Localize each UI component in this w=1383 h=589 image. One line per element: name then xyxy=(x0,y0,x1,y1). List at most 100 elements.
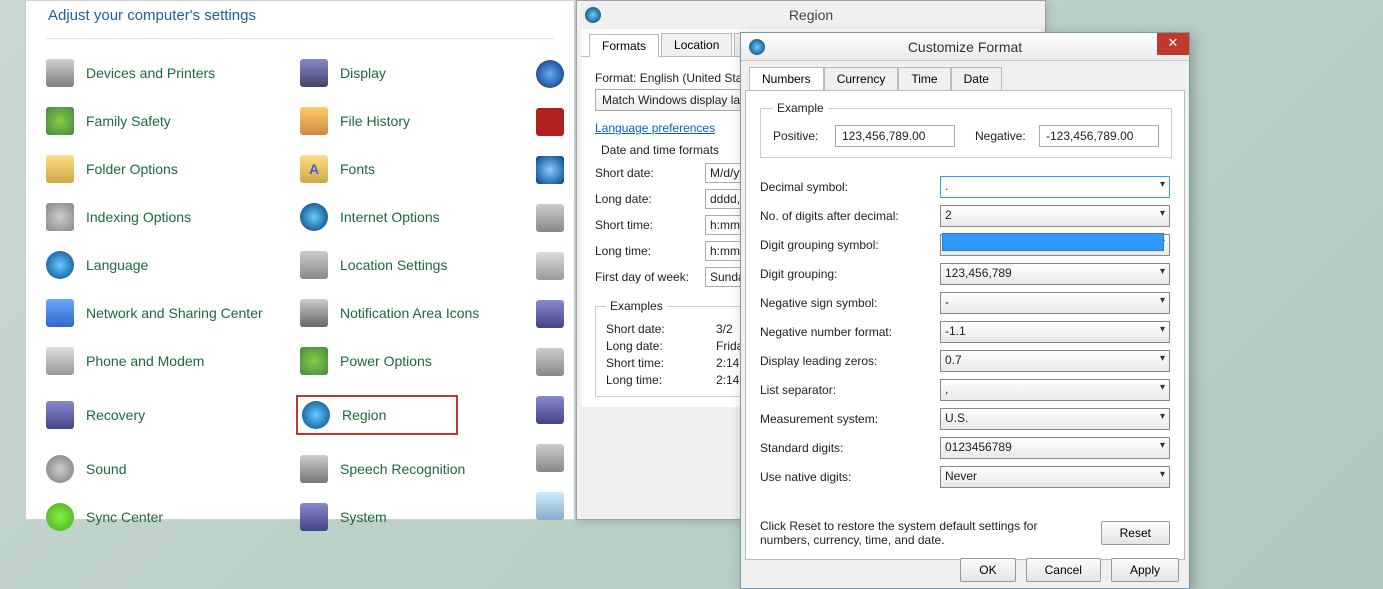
control-panel-col3-icons xyxy=(536,40,576,540)
tab-formats[interactable]: Formats xyxy=(589,34,659,57)
ex-long-time-val: 2:14 xyxy=(716,373,739,387)
fonts-icon: A xyxy=(300,155,328,183)
region-titlebar[interactable]: Region xyxy=(577,1,1045,29)
cp-item-sync[interactable]: Sync Center xyxy=(86,509,163,525)
cp-item-language[interactable]: Language xyxy=(86,257,148,273)
ex-long-date-lbl: Long date: xyxy=(606,339,716,353)
performance-icon xyxy=(536,300,564,328)
tab-location[interactable]: Location xyxy=(661,33,732,56)
cp-item-power[interactable]: Power Options xyxy=(340,353,432,369)
cp-item-folder[interactable]: Folder Options xyxy=(86,161,178,177)
neg-format-combo[interactable]: -1.1 xyxy=(940,321,1170,343)
ex-short-date-val: 3/2 xyxy=(716,322,733,336)
ease-icon xyxy=(536,60,564,88)
customize-titlebar[interactable]: Customize Format ✕ xyxy=(741,33,1189,61)
positive-label: Positive: xyxy=(773,129,827,143)
reset-button[interactable]: Reset xyxy=(1101,521,1170,545)
cp-item-region[interactable]: Region xyxy=(342,407,386,423)
apply-button[interactable]: Apply xyxy=(1111,558,1179,582)
tab-numbers[interactable]: Numbers xyxy=(749,67,824,90)
cp-item-network[interactable]: Network and Sharing Center xyxy=(86,305,263,321)
leading-zeros-label: Display leading zeros: xyxy=(760,354,940,368)
ex-short-date-lbl: Short date: xyxy=(606,322,716,336)
language-icon xyxy=(46,251,74,279)
display-icon xyxy=(300,59,328,87)
region-title: Region xyxy=(789,7,833,23)
cp-item-display[interactable]: Display xyxy=(340,65,386,81)
location-icon xyxy=(300,251,328,279)
examples-legend: Examples xyxy=(606,299,667,313)
system-icon xyxy=(300,503,328,531)
sound-icon xyxy=(46,455,74,483)
cp-item-filehistory[interactable]: File History xyxy=(340,113,410,129)
decimal-symbol-combo[interactable]: . xyxy=(940,176,1170,198)
cp-item-phone[interactable]: Phone and Modem xyxy=(86,353,204,369)
history-icon xyxy=(300,107,328,135)
cp-item-speech[interactable]: Speech Recognition xyxy=(340,461,465,477)
std-digits-combo[interactable]: 0123456789 xyxy=(940,437,1170,459)
customize-fields: Decimal symbol:. No. of digits after dec… xyxy=(760,176,1170,488)
neg-sign-combo[interactable]: - xyxy=(940,292,1170,314)
cp-item-recovery[interactable]: Recovery xyxy=(86,407,145,423)
cp-item-family[interactable]: Family Safety xyxy=(86,113,171,129)
remote-icon xyxy=(536,396,564,424)
native-digits-combo[interactable]: Never xyxy=(940,466,1170,488)
power-icon xyxy=(300,347,328,375)
cp-item-fonts[interactable]: Fonts xyxy=(340,161,375,177)
cp-item-sound[interactable]: Sound xyxy=(86,461,126,477)
globe-icon xyxy=(585,7,601,23)
globe-icon xyxy=(749,39,765,55)
ex-short-time-lbl: Short time: xyxy=(606,356,716,370)
list-separator-combo[interactable]: , xyxy=(940,379,1170,401)
notification-icon xyxy=(300,299,328,327)
example-fieldset: Example Positive: 123,456,789.00 Negativ… xyxy=(760,101,1172,158)
cp-item-system[interactable]: System xyxy=(340,509,387,525)
ok-button[interactable]: OK xyxy=(960,558,1015,582)
close-button[interactable]: ✕ xyxy=(1157,33,1189,55)
negative-label: Negative: xyxy=(975,129,1031,143)
phone-icon xyxy=(46,347,74,375)
example-legend: Example xyxy=(773,101,828,115)
customize-tabs: Numbers Currency Time Date xyxy=(741,61,1189,90)
flash-icon xyxy=(536,108,564,136)
control-panel-items: Devices and Printers Display Family Safe… xyxy=(26,39,574,551)
cp-item-location[interactable]: Location Settings xyxy=(340,257,447,273)
homegroup-icon xyxy=(536,156,564,184)
language-pref-link[interactable]: Language preferences xyxy=(595,121,715,135)
tab-currency[interactable]: Currency xyxy=(824,67,899,90)
digits-after-label: No. of digits after decimal: xyxy=(760,209,940,223)
programs-icon xyxy=(536,348,564,376)
region-highlight-box: Region xyxy=(296,395,458,435)
cp-item-internet[interactable]: Internet Options xyxy=(340,209,440,225)
measurement-combo[interactable]: U.S. xyxy=(940,408,1170,430)
grouping-combo[interactable]: 123,456,789 xyxy=(940,263,1170,285)
positive-value: 123,456,789.00 xyxy=(835,125,955,147)
first-day-label: First day of week: xyxy=(595,270,705,284)
taskbar-icon xyxy=(536,492,564,520)
cp-item-notification[interactable]: Notification Area Icons xyxy=(340,305,479,321)
cp-item-indexing[interactable]: Indexing Options xyxy=(86,209,191,225)
decimal-symbol-dropdown-list[interactable] xyxy=(942,233,1164,251)
digits-after-combo[interactable]: 2 xyxy=(940,205,1170,227)
family-icon xyxy=(46,107,74,135)
native-digits-label: Use native digits: xyxy=(760,470,940,484)
keyboard-icon xyxy=(536,204,564,232)
neg-format-label: Negative number format: xyxy=(760,325,940,339)
customize-title: Customize Format xyxy=(908,39,1022,55)
customize-numbers-body: Example Positive: 123,456,789.00 Negativ… xyxy=(745,90,1185,560)
tab-date[interactable]: Date xyxy=(951,67,1002,90)
cp-item-devices[interactable]: Devices and Printers xyxy=(86,65,215,81)
leading-zeros-combo[interactable]: 0.7 xyxy=(940,350,1170,372)
short-date-label: Short date: xyxy=(595,166,705,180)
network-icon xyxy=(46,299,74,327)
decimal-symbol-label: Decimal symbol: xyxy=(760,180,940,194)
folder-icon xyxy=(46,155,74,183)
internet-icon xyxy=(300,203,328,231)
tab-time[interactable]: Time xyxy=(898,67,950,90)
mouse-icon xyxy=(536,252,564,280)
speech-icon xyxy=(300,455,328,483)
cancel-button[interactable]: Cancel xyxy=(1026,558,1101,582)
long-time-label: Long time: xyxy=(595,244,705,258)
reset-hint-text: Click Reset to restore the system defaul… xyxy=(760,519,1040,547)
measurement-label: Measurement system: xyxy=(760,412,940,426)
